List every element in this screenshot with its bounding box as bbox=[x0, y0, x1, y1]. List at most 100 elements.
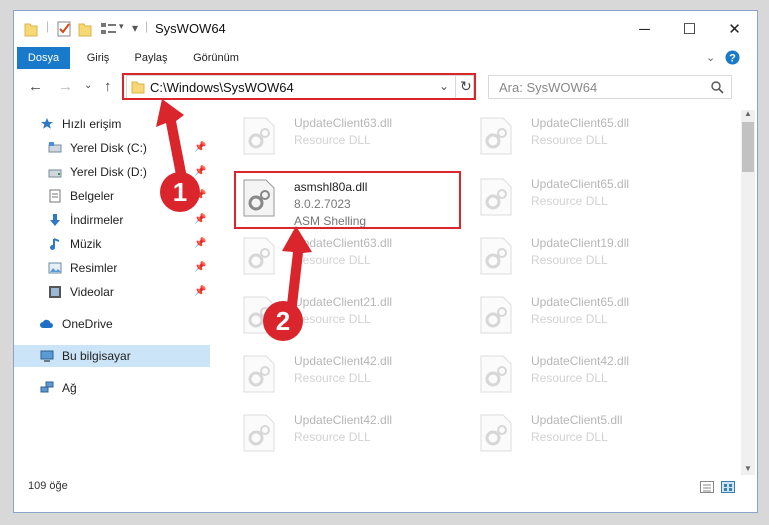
network-icon bbox=[40, 381, 54, 393]
new-folder-icon[interactable] bbox=[78, 21, 92, 37]
search-icon[interactable] bbox=[711, 81, 724, 94]
nav-videos[interactable]: Videolar 📌 bbox=[14, 281, 210, 303]
dll-file-icon bbox=[480, 414, 512, 452]
qat-dropdown-icon[interactable]: ▾ bbox=[132, 21, 138, 37]
dll-file-icon bbox=[243, 414, 275, 452]
drive-icon bbox=[48, 142, 62, 153]
file-item[interactable]: UpdateClient19.dll Resource DLL bbox=[471, 230, 701, 280]
separator: | bbox=[46, 19, 50, 33]
file-type: Resource DLL bbox=[531, 253, 608, 267]
nav-label: Resimler bbox=[70, 261, 118, 275]
pin-icon[interactable]: 📌 bbox=[194, 233, 206, 255]
scroll-up-icon[interactable]: ▲ bbox=[744, 109, 752, 118]
nav-label: Videolar bbox=[70, 285, 114, 299]
recent-locations-icon[interactable]: ⌄ bbox=[84, 80, 92, 91]
pictures-icon bbox=[48, 262, 62, 274]
file-name: UpdateClient19.dll bbox=[531, 236, 630, 250]
file-item[interactable]: UpdateClient65.dll Resource DLL bbox=[471, 289, 701, 339]
separator: | bbox=[145, 19, 149, 33]
downloads-icon bbox=[50, 214, 60, 226]
details-view-icon[interactable] bbox=[700, 481, 714, 493]
svg-text:?: ? bbox=[729, 53, 736, 65]
file-type: Resource DLL bbox=[531, 312, 608, 326]
nav-music[interactable]: Müzik 📌 bbox=[14, 233, 210, 255]
nav-label: Yerel Disk (C:) bbox=[70, 141, 147, 155]
nav-onedrive[interactable]: OneDrive bbox=[14, 313, 210, 335]
status-bar: 109 öğe bbox=[14, 476, 757, 512]
nav-this-pc[interactable]: Bu bilgisayar bbox=[14, 345, 210, 367]
documents-icon bbox=[49, 189, 61, 203]
properties-icon[interactable] bbox=[56, 21, 72, 37]
tab-home[interactable]: Giriş bbox=[78, 47, 118, 69]
file-name: UpdateClient65.dll bbox=[531, 295, 630, 309]
nav-label: Müzik bbox=[70, 237, 102, 251]
file-type: Resource DLL bbox=[531, 194, 608, 208]
nav-pictures[interactable]: Resimler 📌 bbox=[14, 257, 210, 279]
file-name: UpdateClient63.dll bbox=[294, 116, 393, 130]
tab-share[interactable]: Paylaş bbox=[126, 47, 176, 69]
file-name: UpdateClient42.dll bbox=[294, 413, 393, 427]
up-arrow-icon[interactable]: ↑ bbox=[104, 78, 112, 95]
file-item[interactable]: UpdateClient65.dll Resource DLL bbox=[471, 110, 701, 160]
customize-toolbar-icon[interactable] bbox=[100, 21, 118, 37]
file-highlight bbox=[234, 171, 461, 229]
file-type: Resource DLL bbox=[294, 371, 371, 385]
scrollbar-thumb[interactable] bbox=[742, 122, 754, 172]
step-2-badge: 2 bbox=[263, 301, 303, 341]
dll-file-icon bbox=[480, 178, 512, 216]
computer-icon bbox=[40, 350, 54, 362]
nav-network[interactable]: Ağ bbox=[14, 377, 210, 399]
star-icon bbox=[41, 118, 53, 129]
file-name: UpdateClient42.dll bbox=[531, 354, 630, 368]
file-item[interactable]: UpdateClient42.dll Resource DLL bbox=[234, 348, 464, 398]
file-type: Resource DLL bbox=[294, 133, 371, 147]
file-name: UpdateClient65.dll bbox=[531, 116, 630, 130]
music-icon bbox=[50, 238, 60, 250]
cloud-icon bbox=[40, 319, 53, 328]
tab-file[interactable]: Dosya bbox=[17, 47, 70, 69]
large-icons-view-icon[interactable] bbox=[721, 481, 735, 493]
search-input[interactable]: Ara: SysWOW64 bbox=[499, 80, 597, 95]
maximize-button[interactable]: ☐ bbox=[667, 11, 712, 47]
pin-icon[interactable]: 📌 bbox=[194, 281, 206, 303]
nav-label: Yerel Disk (D:) bbox=[70, 165, 147, 179]
nav-label: OneDrive bbox=[62, 317, 113, 331]
title-bar: | ▾ ▾ | SysWOW64 ─ ☐ ✕ bbox=[14, 11, 757, 47]
nav-label: İndirmeler bbox=[70, 213, 124, 227]
file-item[interactable]: UpdateClient42.dll Resource DLL bbox=[234, 407, 464, 457]
minimize-button[interactable]: ─ bbox=[622, 11, 667, 47]
nav-label: Bu bilgisayar bbox=[62, 349, 131, 363]
dll-file-icon bbox=[480, 355, 512, 393]
dll-file-icon bbox=[480, 296, 512, 334]
pin-icon[interactable]: 📌 bbox=[194, 209, 206, 231]
search-box[interactable]: Ara: SysWOW64 bbox=[488, 75, 732, 99]
file-type: Resource DLL bbox=[531, 133, 608, 147]
file-type: Resource DLL bbox=[531, 430, 608, 444]
nav-label: Belgeler bbox=[70, 189, 115, 203]
back-arrow-icon[interactable]: ← bbox=[28, 78, 43, 95]
tab-view[interactable]: Görünüm bbox=[186, 47, 246, 69]
forward-arrow-icon[interactable]: → bbox=[58, 78, 73, 95]
scroll-down-icon[interactable]: ▼ bbox=[744, 464, 752, 473]
dll-file-icon bbox=[480, 117, 512, 155]
file-item[interactable]: UpdateClient63.dll Resource DLL bbox=[234, 110, 464, 160]
file-item[interactable]: UpdateClient42.dll Resource DLL bbox=[471, 348, 701, 398]
pin-icon[interactable]: 📌 bbox=[194, 257, 206, 279]
nav-label: Hızlı erişim bbox=[62, 117, 122, 131]
drive-icon bbox=[48, 169, 62, 178]
window-title: SysWOW64 bbox=[155, 21, 226, 36]
vertical-scrollbar[interactable]: ▲ ▼ bbox=[741, 109, 755, 475]
file-name: UpdateClient42.dll bbox=[294, 354, 393, 368]
nav-label: Ağ bbox=[62, 381, 77, 395]
videos-icon bbox=[49, 286, 61, 298]
file-item[interactable]: UpdateClient5.dll Resource DLL bbox=[471, 407, 701, 457]
file-item[interactable]: UpdateClient65.dll Resource DLL bbox=[471, 171, 701, 221]
expand-ribbon-icon[interactable]: ⌄ bbox=[706, 51, 715, 64]
help-icon[interactable]: ? bbox=[725, 50, 740, 65]
ribbon-tabs: Dosya Giriş Paylaş Görünüm ⌄ ? bbox=[14, 47, 757, 69]
file-name: UpdateClient5.dll bbox=[531, 413, 623, 427]
chevron-down-icon[interactable]: ▾ bbox=[119, 21, 124, 37]
step-1-badge: 1 bbox=[160, 172, 200, 212]
close-button[interactable]: ✕ bbox=[712, 11, 757, 47]
nav-downloads[interactable]: İndirmeler 📌 bbox=[14, 209, 210, 231]
